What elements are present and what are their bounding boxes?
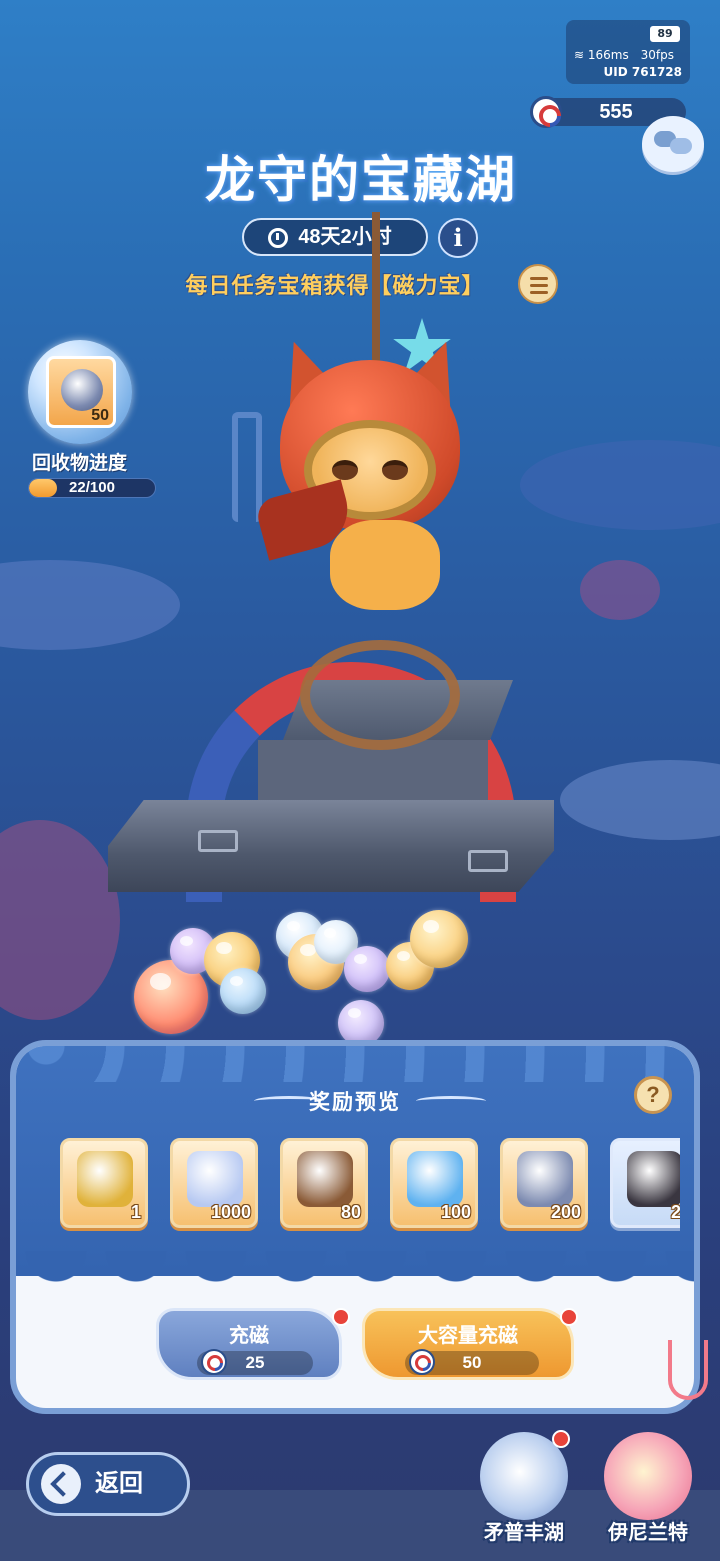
machine-plate-left [198,830,238,852]
recycle-progress[interactable]: 50 回收物进度 22/100 [28,340,158,500]
device-status-panel: 89 ≋ 166ms 30fps UID 761728 [566,20,690,84]
recycle-progress-bar: 22/100 [28,478,156,498]
reward-item[interactable]: 1 [60,1138,148,1228]
rope-coil [300,640,460,750]
network-stats: ≋ 166ms 30fps [574,48,674,62]
ping-text: 166ms [587,48,629,62]
fps-text: 30fps [640,48,674,62]
magnet-count: 555 [599,101,633,123]
machine-neck [258,740,488,810]
lake-1-button[interactable]: 矛普丰湖 [464,1426,584,1556]
coral-decoration [668,1340,708,1400]
shell-orb-icon [604,1432,692,1520]
game-scene: 89 ≋ 166ms 30fps UID 761728 555 龙守的宝藏湖 4… [0,0,720,1561]
reward-item[interactable]: 100 [390,1138,478,1228]
lake-1-label: 矛普丰湖 [484,1522,564,1544]
help-button[interactable]: ? [634,1076,672,1114]
coral-left-decoration [0,820,120,1020]
recycle-bubble: 50 [28,340,132,444]
snorkel-icon [232,412,262,522]
reward-count: 1 [130,1202,141,1222]
cat-body [330,520,440,610]
recycle-progress-text: 22/100 [69,479,115,496]
event-timer: 48天2小时 [242,218,428,256]
pearl-orb-icon [517,1151,573,1207]
cat-eye-right [382,460,408,480]
list-icon [530,277,548,280]
wood-log-icon [297,1151,353,1207]
charge-notification-dot [332,1308,350,1326]
magnet-icon [201,1349,227,1375]
big-charge-button[interactable]: 大容量充磁 50 [362,1308,574,1380]
chat-button[interactable] [642,116,704,172]
lake-2-label: 伊尼兰特 [608,1522,688,1544]
recycle-item-count: 50 [91,407,109,424]
machine-base [108,800,554,892]
reward-item[interactable]: 1000 [170,1138,258,1228]
bubble-blue [220,968,266,1014]
fish-school-decoration [580,560,660,620]
charge-button[interactable]: 充磁 25 [156,1308,342,1380]
list-button[interactable] [518,264,558,304]
reef-right-decoration [520,440,720,530]
ore-rock-icon [627,1151,680,1207]
big-charge-label: 大容量充磁 [418,1325,518,1347]
gold-magnet-icon [77,1151,133,1207]
charge-label: 充磁 [229,1325,269,1347]
panel-bottom-wave [16,1251,694,1301]
battery-indicator: 89 [650,26,680,42]
cat-eye-left [332,460,358,480]
recycle-label: 回收物进度 [32,453,128,474]
diver-cat-character [253,332,520,630]
reward-count: 1000 [210,1202,251,1222]
reward-item[interactable]: 80 [280,1138,368,1228]
back-button[interactable]: 返回 [26,1452,190,1516]
wifi-icon: ≋ [574,48,585,62]
lake-2-button[interactable]: 伊尼兰特 [588,1426,708,1556]
info-button[interactable]: i [438,218,478,258]
energy-cell-icon [407,1151,463,1207]
back-arrow-icon [41,1464,81,1504]
big-charge-notification-dot [560,1308,578,1326]
panel-wave-decoration [16,1046,694,1082]
reward-list[interactable]: 1 1000 80 100 200 25 [60,1138,680,1232]
bubble-orange-4 [410,910,468,968]
reef-left-decoration [0,560,180,650]
reward-count: 25 [670,1202,680,1222]
event-subtitle: 每日任务宝箱获得【磁力宝】 [185,273,485,298]
reward-item[interactable]: 200 [500,1138,588,1228]
reward-count: 200 [550,1202,581,1222]
crystal-star-icon [187,1151,243,1207]
bubble-purple-2 [344,946,390,992]
reward-count: 80 [340,1202,361,1222]
magnet-icon [409,1349,435,1375]
machine-plate-right [468,850,508,872]
reward-item[interactable]: 25 [610,1138,680,1228]
magnet-icon [530,96,562,128]
event-title: 龙守的宝藏湖 [205,151,517,209]
reward-count: 100 [440,1202,471,1222]
uid-text: UID 761728 [603,65,682,79]
pearl-orb-icon: 50 [46,356,116,428]
reef-right-low-decoration [560,760,720,840]
reward-preview-title: 奖励预览 [309,1091,401,1114]
clock-icon [268,228,288,248]
lake-1-notification-dot [552,1430,570,1448]
reward-panel: 奖励预览 ? 1 1000 80 100 200 25 充磁 25 大容量充磁 50 [10,1040,700,1414]
back-label: 返回 [95,1470,143,1497]
